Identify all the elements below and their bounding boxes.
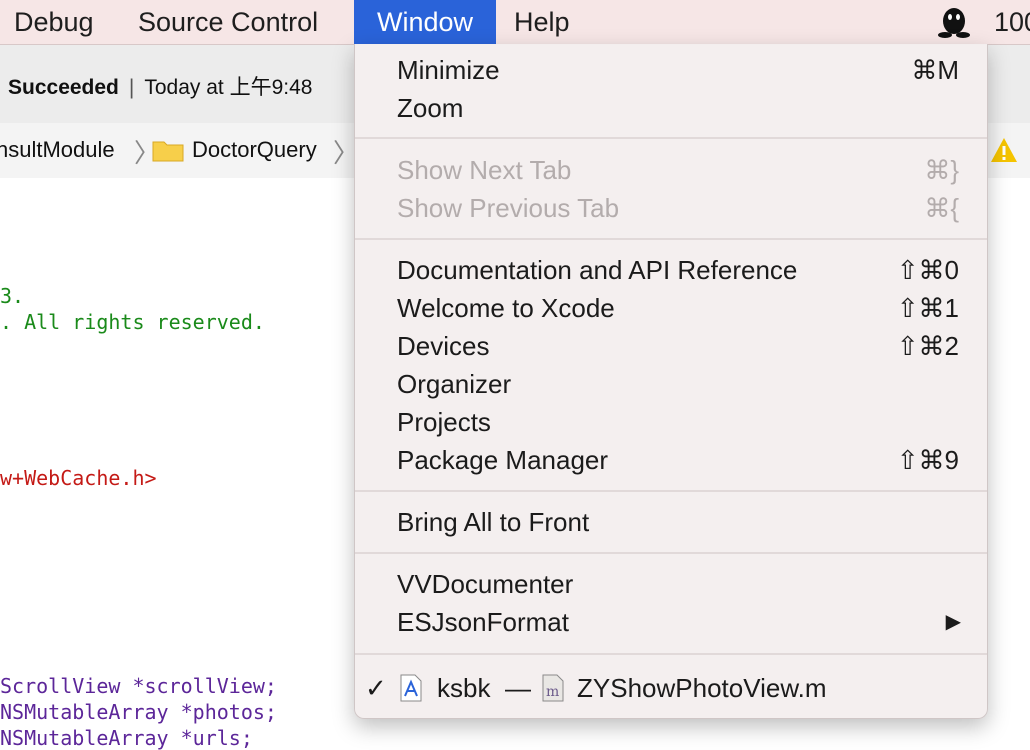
window-menu-dropdown: Minimize ⌘M Zoom Show Next Tab ⌘} Show P… <box>354 44 988 719</box>
submenu-arrow-icon: ▶ <box>945 611 961 633</box>
menu-item-label: Minimize <box>397 55 500 85</box>
menu-item-bring-all-to-front[interactable]: Bring All to Front <box>355 503 987 541</box>
menu-item-shortcut: ⇧⌘9 <box>896 445 959 475</box>
code-line: . All rights reserved. <box>0 310 265 334</box>
folder-icon <box>152 141 184 162</box>
build-status: Succeeded | Today at 上午9:48 <box>8 71 312 101</box>
checkmark-icon: ✓ <box>365 673 387 703</box>
menu-divider <box>355 238 987 240</box>
code-line: NSMutableArray *photos; <box>0 700 277 724</box>
menu-item-label: Projects <box>397 407 491 437</box>
menu-item-minimize[interactable]: Minimize ⌘M <box>355 51 987 89</box>
menu-item-package-manager[interactable]: Package Manager ⇧⌘9 <box>355 441 987 479</box>
menu-item-label: Show Next Tab <box>397 155 572 185</box>
code-line: NSMutableArray *urls; <box>0 726 253 750</box>
menu-item-label: VVDocumenter <box>397 569 574 599</box>
menu-item-label: Welcome to Xcode <box>397 293 615 323</box>
menu-item-workspace-window[interactable]: ✓ ksbk — m ZYShowPhotoView.m <box>355 669 987 707</box>
menu-divider <box>355 137 987 139</box>
menu-bar: Debug Source Control Window Help 100 <box>0 0 1030 45</box>
menu-item-label: Organizer <box>397 369 512 399</box>
svg-text:m: m <box>546 684 559 700</box>
status-separator: | <box>128 76 135 99</box>
menu-item-documentation[interactable]: Documentation and API Reference ⇧⌘0 <box>355 251 987 289</box>
menu-item-show-previous-tab: Show Previous Tab ⌘{ <box>355 189 987 227</box>
code-line: w+WebCache.h> <box>0 466 157 490</box>
menu-help[interactable]: Help <box>514 0 570 44</box>
menu-item-welcome-to-xcode[interactable]: Welcome to Xcode ⇧⌘1 <box>355 289 987 327</box>
menu-divider <box>355 552 987 554</box>
workspace-separator: — <box>505 673 531 703</box>
menu-item-projects[interactable]: Projects <box>355 403 987 441</box>
menu-item-label: Devices <box>397 331 490 361</box>
objc-file-icon: m <box>542 674 564 702</box>
menu-source-control[interactable]: Source Control <box>138 0 318 44</box>
menu-window[interactable]: Window <box>354 0 496 44</box>
menu-item-label: ESJsonFormat <box>397 607 569 637</box>
code-line: 3. <box>0 284 25 308</box>
menu-item-show-next-tab: Show Next Tab ⌘} <box>355 151 987 189</box>
menu-item-esjsonformat[interactable]: ESJsonFormat ▶ <box>355 603 987 641</box>
menu-item-label: Zoom <box>397 93 464 123</box>
menu-divider <box>355 490 987 492</box>
menu-item-shortcut: ⌘} <box>924 155 959 185</box>
menu-item-vvdocumenter[interactable]: VVDocumenter <box>355 565 987 603</box>
code-line: ScrollView *scrollView; <box>0 674 277 698</box>
menu-item-devices[interactable]: Devices ⇧⌘2 <box>355 327 987 365</box>
workspace-file-name: ZYShowPhotoView.m <box>577 673 827 703</box>
menu-item-zoom[interactable]: Zoom <box>355 89 987 127</box>
menu-item-shortcut: ⇧⌘2 <box>896 331 959 361</box>
workspace-project-name: ksbk <box>437 673 491 703</box>
menu-item-label: Bring All to Front <box>397 507 590 537</box>
menu-item-organizer[interactable]: Organizer <box>355 365 987 403</box>
build-result: Succeeded <box>8 76 119 99</box>
warning-icon[interactable] <box>990 137 1018 163</box>
breadcrumb-group[interactable]: nsultModule <box>0 137 115 163</box>
breadcrumb-folder[interactable]: DoctorQuery <box>192 137 317 163</box>
menu-item-shortcut: ⇧⌘1 <box>896 293 959 323</box>
build-time: Today at 上午9:48 <box>144 76 313 99</box>
menu-item-label: Documentation and API Reference <box>397 255 798 285</box>
menu-item-label: Package Manager <box>397 445 609 475</box>
menu-item-shortcut: ⌘M <box>911 55 959 85</box>
menu-item-shortcut: ⌘{ <box>924 193 959 223</box>
menu-item-shortcut: ⇧⌘0 <box>896 255 959 285</box>
xcode-project-icon <box>400 674 422 702</box>
menu-divider <box>355 653 987 655</box>
battery-status[interactable]: 100 <box>994 0 1030 44</box>
menu-debug[interactable]: Debug <box>14 0 94 44</box>
menu-item-label: Show Previous Tab <box>397 193 620 223</box>
qq-penguin-icon[interactable] <box>936 5 972 39</box>
